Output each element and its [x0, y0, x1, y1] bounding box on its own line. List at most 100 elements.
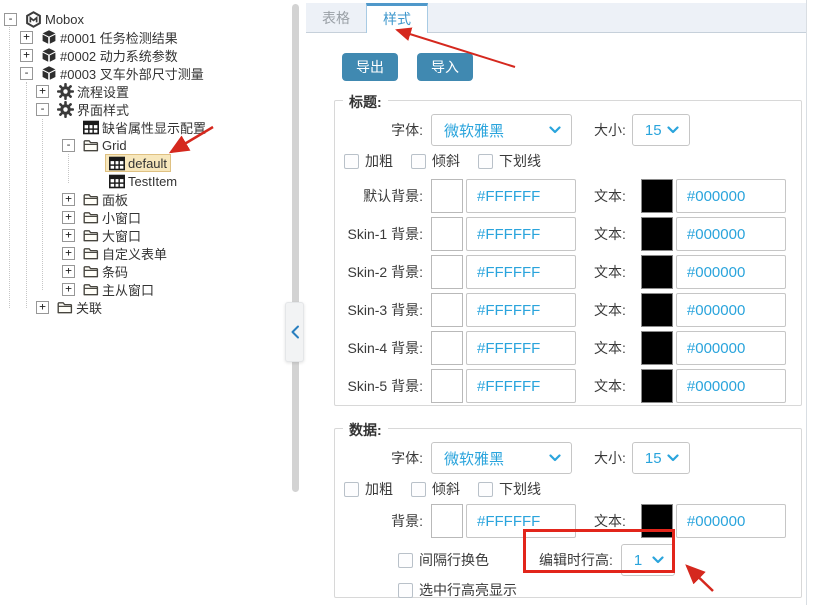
tree-item[interactable]: 缺省属性显示配置: [0, 118, 292, 136]
tree-item[interactable]: + 自定义表单: [0, 244, 292, 262]
tree-item[interactable]: TestItem: [0, 172, 292, 190]
text-hex-input[interactable]: [676, 504, 786, 538]
text-hex-input[interactable]: [676, 369, 786, 403]
tab-style[interactable]: 样式: [366, 3, 428, 33]
text-color-swatch[interactable]: [641, 504, 673, 538]
data-bold-checkbox[interactable]: [344, 482, 359, 497]
tree-item[interactable]: - Mobox: [0, 10, 292, 28]
bg-color-swatch[interactable]: [431, 369, 463, 403]
expand-toggle-icon[interactable]: +: [62, 283, 75, 296]
text-hex-input[interactable]: [676, 331, 786, 365]
alt-row-color-label: 间隔行换色: [419, 550, 489, 570]
text-hex-input[interactable]: [676, 217, 786, 251]
title-font-select[interactable]: 微软雅黑: [431, 114, 572, 146]
tree-item[interactable]: - #0003 叉车外部尺寸测量: [0, 64, 292, 82]
edit-row-height-select[interactable]: 1: [621, 544, 675, 576]
tree-item[interactable]: + 大窗口: [0, 226, 292, 244]
text-label: 文本:: [594, 300, 626, 320]
bg-color-swatch[interactable]: [431, 255, 463, 289]
title-size-select[interactable]: 15: [632, 114, 690, 146]
bg-color-swatch[interactable]: [431, 504, 463, 538]
tree-item[interactable]: + 面板: [0, 190, 292, 208]
expand-toggle-icon[interactable]: +: [36, 301, 49, 314]
bg-hex-input[interactable]: [466, 179, 576, 213]
chevron-down-icon: [667, 126, 679, 134]
title-underline-checkbox[interactable]: [478, 154, 493, 169]
tab-table[interactable]: 表格: [306, 3, 366, 33]
text-color-swatch[interactable]: [641, 293, 673, 327]
bg-color-swatch[interactable]: [431, 331, 463, 365]
splitter-handle[interactable]: [292, 4, 299, 492]
tree-item[interactable]: + 小窗口: [0, 208, 292, 226]
tree-item[interactable]: + 条码: [0, 262, 292, 280]
size-select-value: 15: [645, 122, 662, 139]
export-button[interactable]: 导出: [342, 53, 398, 81]
text-color-swatch[interactable]: [641, 217, 673, 251]
tree-connector: [68, 154, 69, 183]
bg-color-swatch[interactable]: [431, 217, 463, 251]
expand-toggle-icon[interactable]: +: [62, 211, 75, 224]
data-color-row: 背景: 文本:: [335, 504, 801, 538]
title-bold-checkbox[interactable]: [344, 154, 359, 169]
tree-item[interactable]: - 界面样式: [0, 100, 292, 118]
edit-row-height-label: 编辑时行高:: [539, 550, 613, 570]
data-checkbox-row: 加粗 倾斜 下划线: [335, 481, 801, 497]
tree-item[interactable]: + #0001 任务检测结果: [0, 28, 292, 46]
text-color-swatch[interactable]: [641, 255, 673, 289]
data-font-select[interactable]: 微软雅黑: [431, 442, 572, 474]
size-select-value: 15: [645, 450, 662, 467]
bg-color-swatch[interactable]: [431, 293, 463, 327]
expand-toggle-icon[interactable]: -: [4, 13, 17, 26]
text-color-swatch[interactable]: [641, 179, 673, 213]
underline-label: 下划线: [499, 479, 541, 499]
tree-item[interactable]: - Grid: [0, 136, 292, 154]
grid-icon: [109, 174, 125, 189]
bg-color-swatch[interactable]: [431, 179, 463, 213]
tree-item[interactable]: + #0002 动力系统参数: [0, 46, 292, 64]
text-color-swatch[interactable]: [641, 369, 673, 403]
expand-toggle-icon[interactable]: -: [36, 103, 49, 116]
tree-item[interactable]: + 流程设置: [0, 82, 292, 100]
bg-hex-input[interactable]: [466, 255, 576, 289]
tree-item[interactable]: + 关联: [0, 298, 292, 316]
collapse-panel-button[interactable]: [285, 302, 304, 362]
tree-item[interactable]: + 主从窗口: [0, 280, 292, 298]
app-window: - Mobox + #0001 任务检测结果 + #0002 动力系统参数 - …: [0, 0, 813, 605]
expand-toggle-icon[interactable]: +: [62, 265, 75, 278]
title-italic-checkbox[interactable]: [411, 154, 426, 169]
expand-toggle-icon[interactable]: +: [20, 31, 33, 44]
bg-hex-input[interactable]: [466, 369, 576, 403]
bg-hex-input[interactable]: [466, 504, 576, 538]
text-hex-input[interactable]: [676, 255, 786, 289]
expand-toggle-icon[interactable]: +: [20, 49, 33, 62]
expand-toggle-icon[interactable]: -: [62, 139, 75, 152]
tree-item-label: 主从窗口: [102, 280, 154, 299]
tree-item[interactable]: default: [0, 154, 292, 172]
scrollbar-track[interactable]: [806, 0, 807, 605]
text-hex-input[interactable]: [676, 179, 786, 213]
expand-toggle-icon[interactable]: +: [62, 247, 75, 260]
tree-item-label: #0003 叉车外部尺寸测量: [60, 64, 204, 83]
tab-bar: 表格 样式: [306, 3, 806, 33]
highlight-selected-checkbox[interactable]: [398, 583, 413, 598]
style-editor-panel: 表格 样式 导出 导入 标题: 字体: 微软雅黑 大小: 15: [306, 0, 806, 605]
bg-hex-input[interactable]: [466, 217, 576, 251]
data-underline-checkbox[interactable]: [478, 482, 493, 497]
row-label: 背景:: [335, 511, 423, 531]
expand-toggle-icon[interactable]: +: [36, 85, 49, 98]
expand-toggle-icon[interactable]: +: [62, 229, 75, 242]
grid-icon: [83, 120, 99, 135]
bg-hex-input[interactable]: [466, 331, 576, 365]
bold-label: 加粗: [365, 151, 393, 171]
row-label: Skin-5 背景:: [335, 376, 423, 396]
data-size-select[interactable]: 15: [632, 442, 690, 474]
data-italic-checkbox[interactable]: [411, 482, 426, 497]
text-color-swatch[interactable]: [641, 331, 673, 365]
text-hex-input[interactable]: [676, 293, 786, 327]
expand-toggle-icon[interactable]: -: [20, 67, 33, 80]
expand-toggle-icon[interactable]: +: [62, 193, 75, 206]
bg-hex-input[interactable]: [466, 293, 576, 327]
alt-row-color-checkbox[interactable]: [398, 553, 413, 568]
import-button[interactable]: 导入: [417, 53, 473, 81]
cube-icon: [41, 47, 57, 63]
